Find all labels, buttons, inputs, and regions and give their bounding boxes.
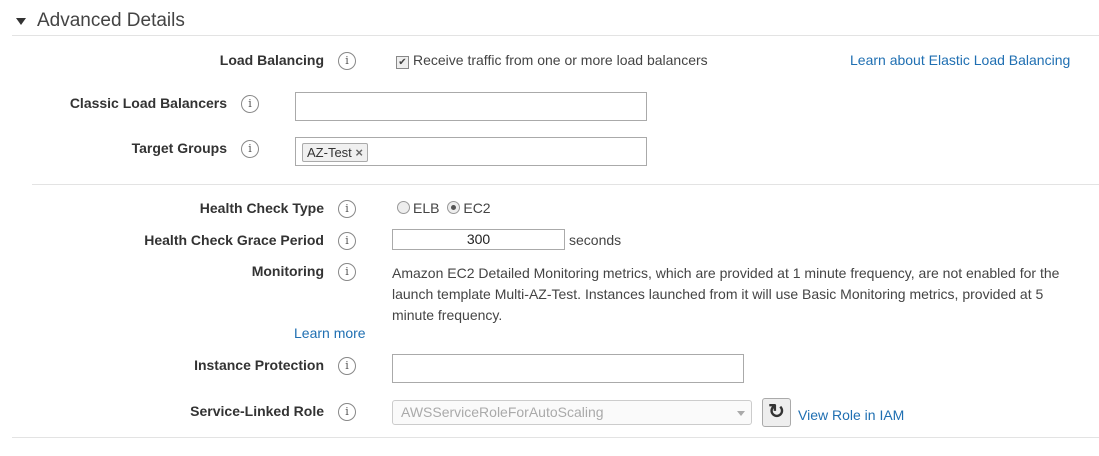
service-role-value: AWSServiceRoleForAutoScaling [401, 404, 604, 420]
checkbox-label: Receive traffic from one or more load ba… [413, 52, 708, 68]
instance-protection-label: Instance Protection [194, 357, 324, 373]
learn-elb-link[interactable]: Learn about Elastic Load Balancing [850, 52, 1070, 68]
info-icon[interactable]: i [338, 52, 356, 70]
caret-down-icon [16, 17, 26, 25]
monitoring-label: Monitoring [251, 263, 324, 279]
target-group-tag: AZ-Test × [302, 143, 369, 162]
checkbox-checked-icon: ✔ [396, 56, 409, 69]
refresh-icon[interactable]: ↻ [762, 398, 791, 427]
info-icon[interactable]: i [241, 140, 259, 158]
grace-period-label: Health Check Grace Period [144, 232, 324, 248]
load-balancer-checkbox[interactable]: ✔ Receive traffic from one or more load b… [396, 52, 708, 69]
info-icon[interactable]: i [338, 200, 356, 218]
divider [32, 184, 1099, 185]
health-check-type-label: Health Check Type [199, 200, 324, 216]
learn-more-link[interactable]: Learn more [294, 325, 366, 341]
monitoring-description: Amazon EC2 Detailed Monitoring metrics, … [392, 265, 1060, 323]
info-icon[interactable]: i [241, 95, 259, 113]
radio-elb[interactable]: ELB [397, 200, 439, 216]
info-icon[interactable]: i [338, 357, 356, 375]
advanced-details-toggle[interactable]: Advanced Details [16, 10, 185, 32]
info-icon[interactable]: i [338, 232, 356, 250]
target-groups-input[interactable]: AZ-Test × [295, 137, 647, 166]
health-check-radio-group: ELB EC2 [397, 200, 491, 216]
section-title: Advanced Details [37, 10, 185, 31]
target-groups-label: Target Groups [131, 140, 227, 156]
service-role-label: Service-Linked Role [190, 403, 324, 419]
divider [12, 437, 1099, 438]
classic-lb-label: Classic Load Balancers [69, 95, 227, 111]
view-role-link[interactable]: View Role in IAM [798, 407, 904, 423]
dropdown-arrow-icon [737, 411, 745, 416]
divider [12, 35, 1099, 36]
classic-lb-input[interactable] [295, 92, 647, 121]
grace-period-input[interactable]: 300 [392, 229, 565, 250]
load-balancing-label: Load Balancing [219, 52, 324, 68]
info-icon[interactable]: i [338, 403, 356, 421]
info-icon[interactable]: i [338, 263, 356, 281]
radio-ec2[interactable]: EC2 [447, 200, 491, 216]
service-role-select[interactable]: AWSServiceRoleForAutoScaling [392, 400, 752, 425]
instance-protection-input[interactable] [392, 354, 744, 383]
tag-label: AZ-Test [307, 145, 352, 160]
remove-tag-icon[interactable]: × [355, 145, 363, 160]
grace-period-unit: seconds [569, 232, 622, 248]
